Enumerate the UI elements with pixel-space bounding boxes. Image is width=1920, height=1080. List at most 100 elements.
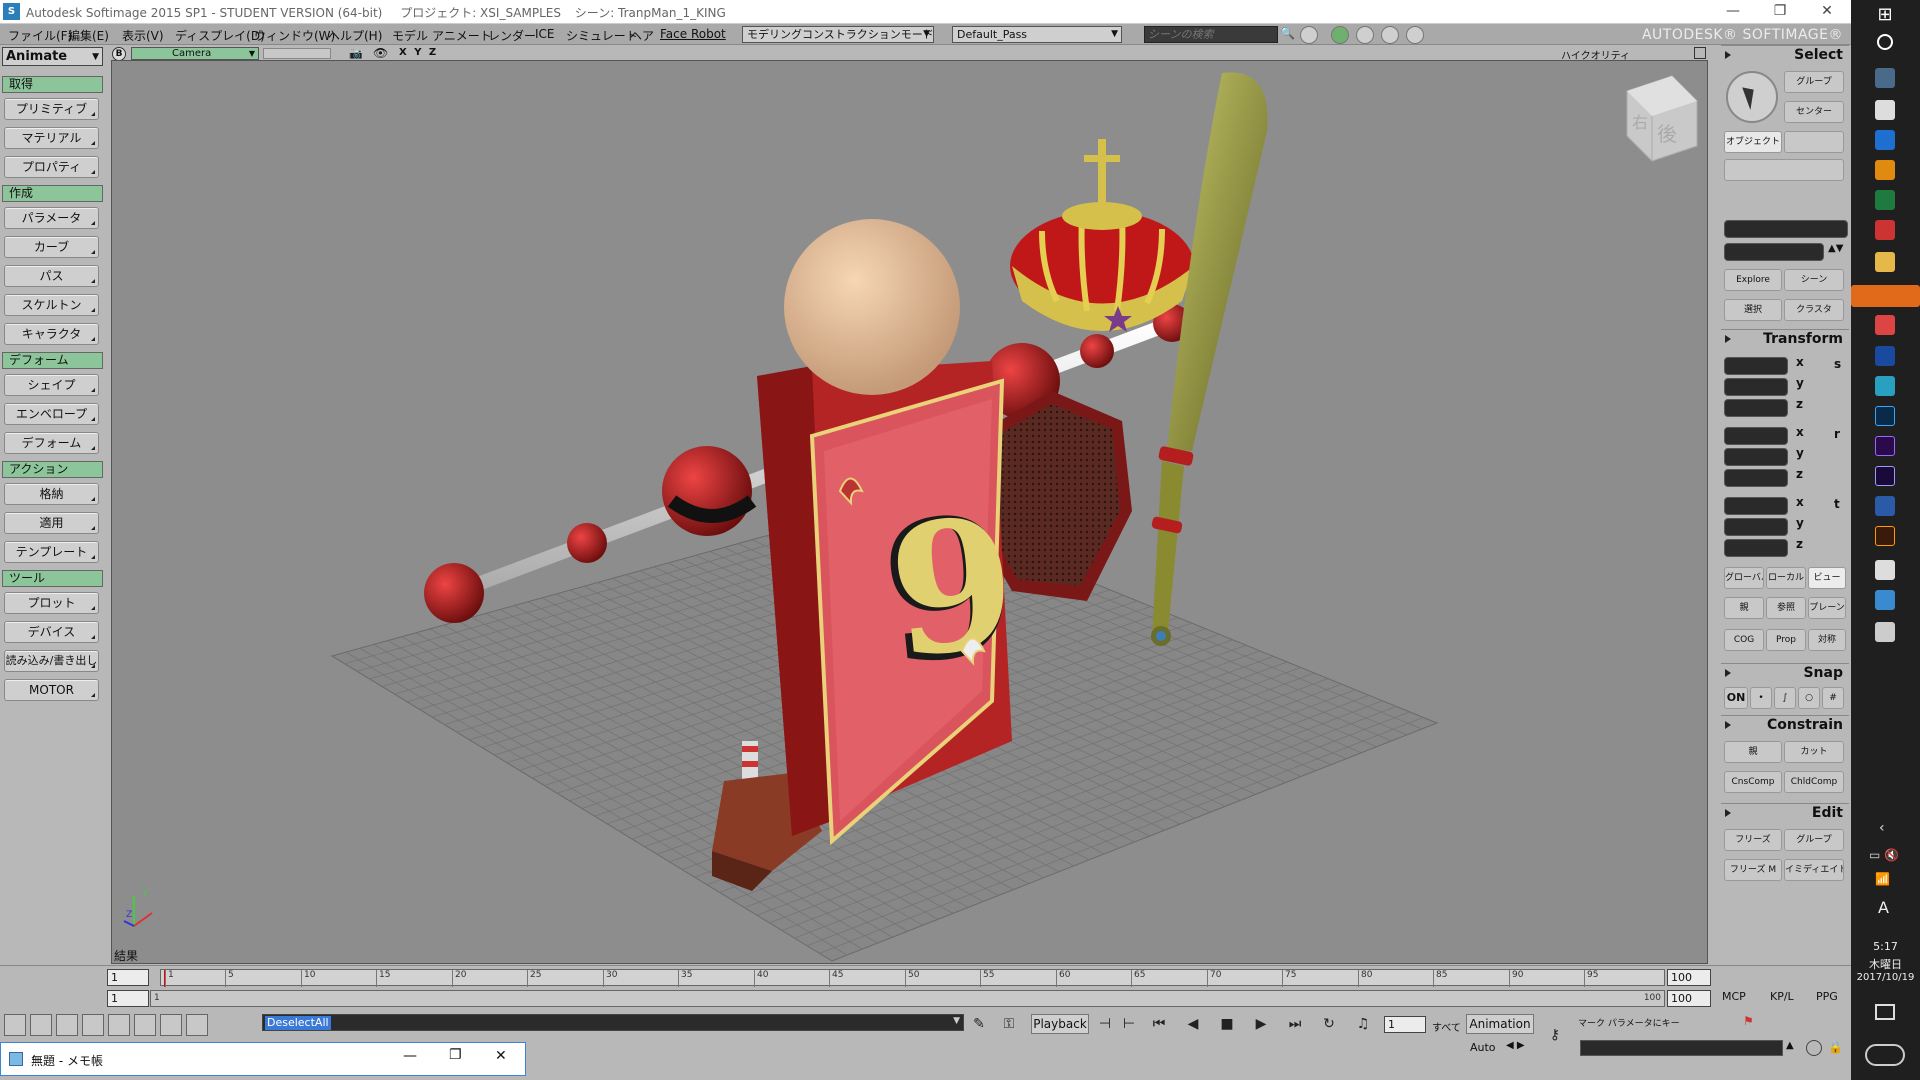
windows-start-icon[interactable]: ⊞ [1875, 4, 1895, 25]
menu-edit[interactable]: 編集(E) [68, 27, 109, 44]
primitive-button[interactable]: プリミティブ [4, 98, 99, 120]
select-stepper-icon[interactable]: ▲▼ [1828, 243, 1843, 254]
play-forward-icon[interactable]: ▶ [1250, 1013, 1272, 1035]
select-filter-button[interactable] [1724, 159, 1844, 181]
menu-model[interactable]: モデル [392, 27, 428, 44]
constrain-panel-header[interactable]: Constrain [1721, 715, 1849, 734]
snap-curve-icon[interactable]: ∫ [1774, 687, 1796, 709]
action-center-icon[interactable] [1875, 1004, 1895, 1020]
navigation-cube[interactable]: 後 右 [1626, 75, 1698, 162]
line-active-icon[interactable] [1851, 285, 1920, 307]
notepad-restore-button[interactable]: ❐ [449, 1047, 462, 1063]
camera-icon[interactable]: 📷 [349, 47, 363, 60]
render-preview-icon[interactable] [1356, 26, 1374, 44]
section-deform[interactable]: デフォーム [2, 352, 103, 369]
menu-help[interactable]: ヘルプ(H) [328, 27, 382, 44]
menu-face-robot[interactable]: Face Robot [660, 27, 726, 41]
pin-icon[interactable]: ⚑ [1743, 1014, 1759, 1030]
template-button[interactable]: テンプレート [4, 541, 99, 563]
range-end-field[interactable]: 100 [1667, 990, 1711, 1007]
tool-1-icon[interactable] [4, 966, 26, 986]
local-button[interactable]: ローカル [1766, 567, 1806, 589]
tab-kpl[interactable]: KP/L [1770, 990, 1794, 1003]
search-icon[interactable]: 🔍 [1280, 26, 1296, 43]
notepad-window[interactable]: 無題 - メモ帳 — ❐ ✕ [0, 1042, 526, 1076]
media-icon[interactable] [1875, 160, 1895, 180]
transform-s-y-field[interactable] [1724, 378, 1788, 396]
padlock-icon[interactable]: 🔒 [1828, 1040, 1843, 1054]
playback-button[interactable]: Playback [1031, 1014, 1089, 1034]
motor-button[interactable]: MOTOR [4, 679, 99, 701]
freeze-button[interactable]: フリーズ [1724, 829, 1782, 851]
excel-icon[interactable] [1875, 190, 1895, 210]
character-button[interactable]: キャラクタ [4, 323, 99, 345]
timeline-end-field[interactable]: 100 [1667, 969, 1711, 986]
symmetry-button[interactable]: 対称 [1808, 629, 1846, 651]
scene-button[interactable]: シーン [1784, 269, 1844, 291]
key-nav-icon[interactable]: ◀ ▶ [1506, 1040, 1525, 1051]
current-frame-field[interactable]: 1 [1384, 1016, 1426, 1033]
transform-t-x-field[interactable] [1724, 497, 1788, 515]
transform-panel-header[interactable]: Transform [1721, 329, 1849, 348]
transform-r-z-field[interactable] [1724, 469, 1788, 487]
path-button[interactable]: パス [4, 265, 99, 287]
layout-1-icon[interactable] [4, 1014, 26, 1036]
range-slider[interactable]: 1 100 [150, 990, 1665, 1007]
clear-search-icon[interactable] [1300, 26, 1318, 44]
select-arrow-icon[interactable] [1726, 71, 1778, 123]
calculator-icon[interactable] [1875, 560, 1895, 580]
battery-volume-icon[interactable]: ▭ 🔇 [1869, 848, 1899, 862]
animation-button[interactable]: Animation [1466, 1014, 1534, 1034]
viewport-b-badge[interactable]: B [112, 47, 126, 61]
snap-point-icon[interactable]: • [1750, 687, 1772, 709]
view-button[interactable]: ビュー [1808, 567, 1846, 589]
scene-search-input[interactable] [1144, 26, 1278, 43]
render-pass-icon[interactable] [1381, 26, 1399, 44]
timeline-track[interactable]: 1 5 10 15 20 25 30 35 40 45 50 55 60 65 70 75 80 85 90 95 [160, 969, 1665, 987]
store-icon[interactable] [1875, 100, 1895, 120]
restore-button[interactable]: ❐ [1757, 0, 1803, 24]
layout-3-icon[interactable] [56, 1014, 78, 1036]
layout-2-icon[interactable] [30, 1014, 52, 1036]
device-button[interactable]: デバイス [4, 621, 99, 643]
snap-panel-header[interactable]: Snap [1721, 663, 1849, 682]
transform-t-y-field[interactable] [1724, 518, 1788, 536]
edge-icon[interactable] [1875, 130, 1895, 150]
transform-s-icon[interactable]: s [1834, 357, 1841, 371]
plane-button[interactable]: プレーン [1808, 597, 1846, 619]
parent-constrain-button[interactable]: 親 [1724, 741, 1782, 763]
app-teal-icon[interactable] [1875, 376, 1895, 396]
app-red-icon[interactable] [1875, 220, 1895, 240]
edit-panel-header[interactable]: Edit [1721, 803, 1849, 822]
chldcomp-button[interactable]: ChldComp [1784, 771, 1844, 793]
freeze-m-button[interactable]: フリーズ M [1724, 859, 1782, 881]
reference-button[interactable]: 参照 [1766, 597, 1806, 619]
notepad-minimize-button[interactable]: — [403, 1048, 417, 1064]
material-button[interactable]: マテリアル [4, 127, 99, 149]
explore-button[interactable]: Explore [1724, 269, 1782, 291]
construction-mode-dropdown[interactable]: モデリングコンストラクションモード ▼ [742, 26, 934, 43]
skeleton-button[interactable]: スケルトン [4, 294, 99, 316]
auto-key-toggle[interactable]: Auto [1470, 1041, 1496, 1054]
illustrator-icon[interactable] [1875, 526, 1895, 546]
store-button[interactable]: 格納 [4, 483, 99, 505]
view-toggles[interactable] [263, 48, 331, 59]
group-select-button[interactable]: グループ [1784, 71, 1844, 93]
menu-hair[interactable]: ヘア [630, 27, 654, 44]
menu-file[interactable]: ファイル(F) [8, 27, 72, 44]
explorer-icon[interactable] [1875, 252, 1895, 272]
global-button[interactable]: グローバル [1724, 567, 1764, 589]
transform-s-x-field[interactable] [1724, 357, 1788, 375]
encoder-icon[interactable] [1875, 346, 1895, 366]
timeline-start-field[interactable]: 1 [107, 969, 149, 986]
parent-ref-button[interactable]: 親 [1724, 597, 1764, 619]
section-tools[interactable]: ツール [2, 570, 103, 587]
menu-animate[interactable]: アニメート [432, 27, 492, 44]
cluster-button[interactable]: クラスタ [1784, 299, 1844, 321]
mark-param-field[interactable] [1580, 1040, 1783, 1056]
section-create[interactable]: 作成 [2, 185, 103, 202]
snap-on-button[interactable]: ON [1724, 687, 1748, 709]
cog-button[interactable]: COG [1724, 629, 1764, 651]
immediate-button[interactable]: イミディエイト [1784, 859, 1844, 881]
clock-time[interactable]: 5:17 [1851, 940, 1920, 953]
